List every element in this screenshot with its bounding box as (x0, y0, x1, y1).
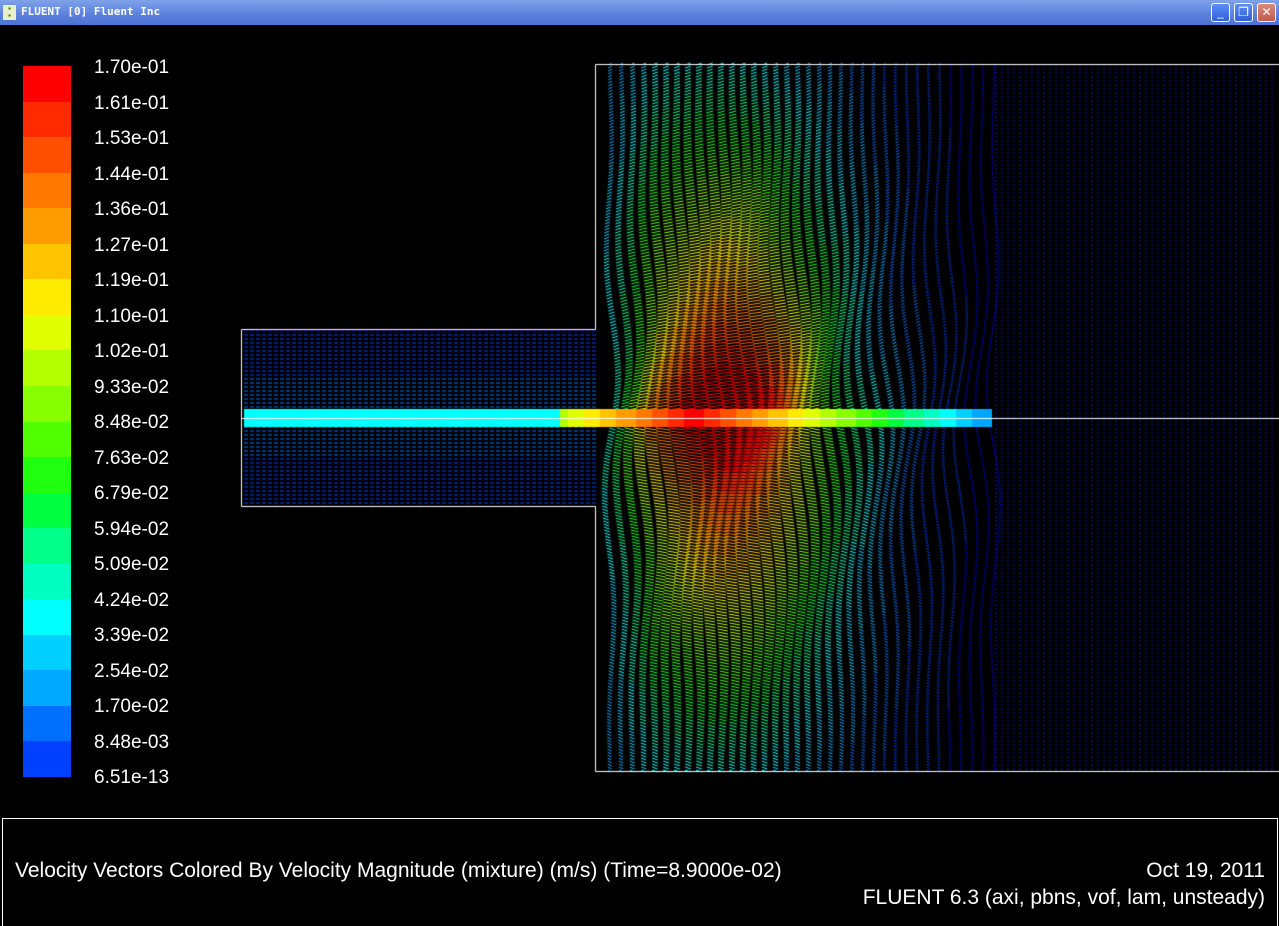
legend-label: 7.63e-02 (94, 447, 170, 469)
legend-swatch (23, 599, 71, 636)
legend-label: 1.10e-01 (94, 305, 170, 327)
legend-label: 1.19e-01 (94, 270, 170, 291)
legend-swatch (23, 741, 71, 778)
plot-description: Velocity Vectors Colored By Velocity Mag… (15, 859, 782, 882)
legend-swatch (23, 137, 71, 174)
legend-swatch (23, 634, 71, 671)
legend-label: 1.44e-01 (94, 163, 170, 185)
legend-swatch (23, 492, 71, 529)
window-title: FLUENT [0] Fluent Inc (21, 5, 161, 18)
legend-label: 5.94e-02 (94, 518, 170, 540)
legend-label: 1.53e-01 (94, 128, 170, 149)
legend-swatch (23, 385, 71, 422)
legend-swatch (23, 563, 71, 600)
legend-swatch (23, 705, 71, 742)
legend-label: 1.61e-01 (94, 92, 170, 114)
legend-label: 1.70e-01 (94, 57, 170, 78)
legend-swatch (23, 101, 71, 138)
legend-swatch (23, 243, 71, 280)
legend-label: 8.48e-03 (94, 731, 170, 753)
legend-label: 3.39e-02 (94, 625, 170, 646)
legend-label: 6.79e-02 (94, 483, 170, 504)
legend-swatch (23, 457, 71, 494)
legend-swatch (23, 208, 71, 245)
plot-caption-panel: Velocity Vectors Colored By Velocity Mag… (2, 818, 1278, 926)
legend-swatch (23, 66, 71, 102)
legend-label: 2.54e-02 (94, 660, 170, 682)
legend-label: 1.36e-01 (94, 199, 170, 220)
fluent-app-icon[interactable]: ▪ ▪ (3, 5, 16, 20)
plot-date: Oct 19, 2011 (1146, 859, 1265, 882)
solver-info: FLUENT 6.3 (axi, pbns, vof, lam, unstead… (862, 886, 1265, 909)
minimize-button[interactable]: _ (1211, 3, 1230, 22)
close-button[interactable]: ✕ (1257, 3, 1276, 22)
legend-label: 5.09e-02 (94, 554, 170, 575)
legend-label: 6.51e-13 (94, 767, 170, 788)
legend-swatch (23, 279, 71, 316)
legend-swatch (23, 172, 71, 209)
legend-swatch (23, 670, 71, 707)
legend-label: 1.27e-01 (94, 234, 170, 256)
title-bar: ▪ ▪ FLUENT [0] Fluent Inc _ ❐ ✕ (0, 0, 1279, 25)
legend-label: 1.70e-02 (94, 696, 170, 717)
legend-label: 4.24e-02 (94, 589, 170, 611)
restore-button[interactable]: ❐ (1234, 3, 1253, 22)
legend-swatch (23, 528, 71, 565)
legend-swatch (23, 350, 71, 387)
velocity-vector-plot (0, 25, 1279, 815)
legend-swatch (23, 421, 71, 458)
legend-label: 8.48e-02 (94, 412, 170, 433)
legend-label: 9.33e-02 (94, 376, 170, 398)
legend-label: 1.02e-01 (94, 341, 170, 362)
legend-swatch (23, 314, 71, 351)
